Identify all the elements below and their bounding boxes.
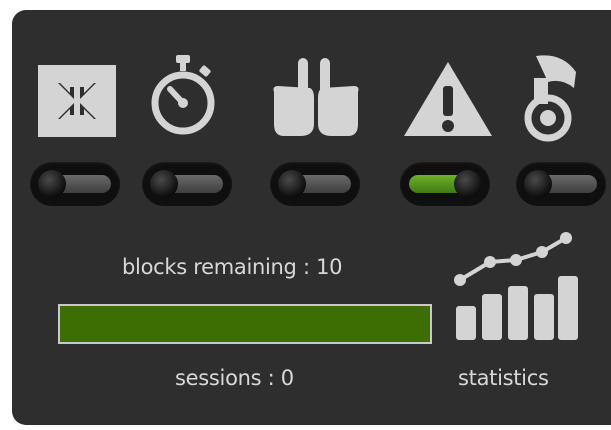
hands-pointing-icon bbox=[273, 58, 359, 136]
toggle-warning[interactable] bbox=[400, 162, 490, 206]
statistics-label[interactable]: statistics bbox=[458, 366, 549, 390]
french-horn-icon bbox=[524, 55, 576, 142]
shrink-arrows-icon bbox=[38, 65, 116, 137]
toggle-hands[interactable] bbox=[270, 162, 360, 206]
toggle-horn[interactable] bbox=[516, 162, 606, 206]
toggle-knob bbox=[524, 170, 552, 198]
progress-bar bbox=[58, 304, 432, 344]
toggle-knob bbox=[278, 170, 306, 198]
toggle-stopwatch[interactable] bbox=[142, 162, 232, 206]
blocks-remaining-label: blocks remaining : 10 bbox=[122, 255, 343, 279]
toggle-shrink[interactable] bbox=[30, 162, 120, 206]
warning-icon bbox=[404, 62, 492, 136]
toggle-knob bbox=[150, 170, 178, 198]
progress-fill bbox=[60, 306, 430, 342]
statistics-chart-icon[interactable] bbox=[450, 232, 578, 342]
toggle-knob bbox=[454, 170, 482, 198]
toggle-knob bbox=[38, 170, 66, 198]
stopwatch-icon bbox=[151, 55, 215, 135]
sessions-label: sessions : 0 bbox=[175, 366, 294, 390]
